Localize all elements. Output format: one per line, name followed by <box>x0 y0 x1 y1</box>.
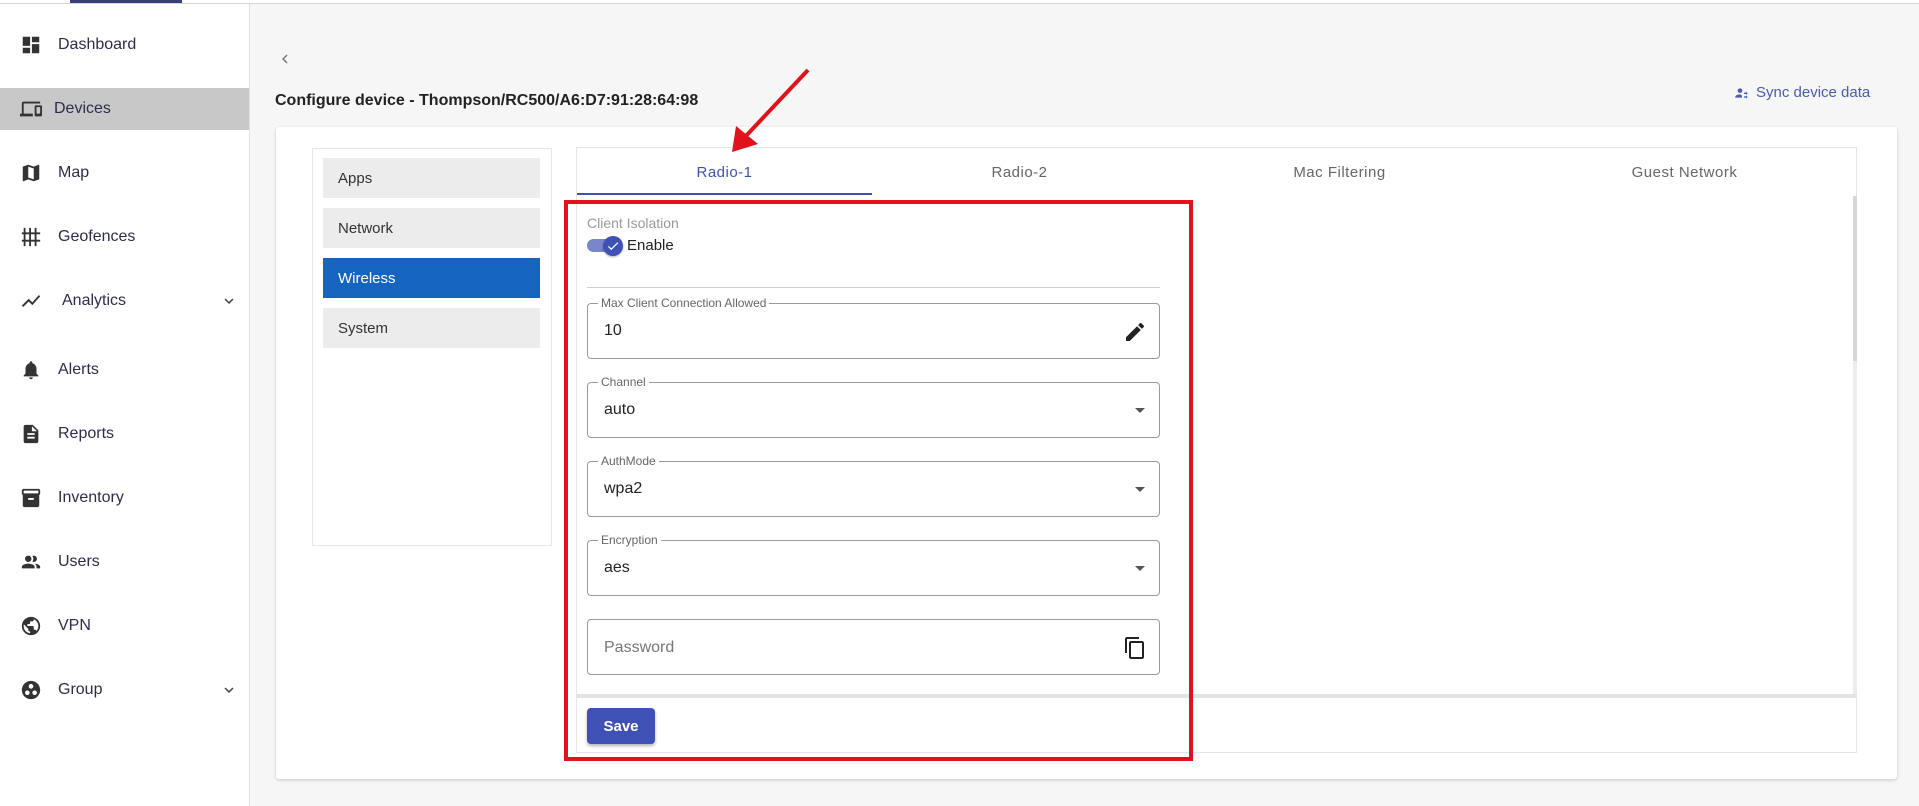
sidebar-item-label: Dashboard <box>58 36 137 53</box>
menu-item-system[interactable]: System <box>323 308 540 348</box>
max-clients-label: Max Client Connection Allowed <box>598 296 770 310</box>
client-isolation-label: Client Isolation <box>587 215 679 231</box>
toggle-thumb <box>603 236 623 256</box>
analytics-icon <box>20 290 42 312</box>
max-clients-value[interactable]: 10 <box>604 322 622 340</box>
check-icon <box>607 242 619 251</box>
sidebar-item-vpn[interactable]: VPN <box>0 605 249 647</box>
edit-icon[interactable] <box>1123 320 1147 344</box>
sidebar-item-users[interactable]: Users <box>0 541 249 583</box>
authmode-label: AuthMode <box>598 454 659 468</box>
tab-mac-filtering[interactable]: Mac Filtering <box>1167 148 1512 196</box>
top-bar <box>0 0 1919 4</box>
radio-tabs: Radio-1 Radio-2 Mac Filtering Guest Netw… <box>577 148 1856 196</box>
sidebar-item-label: Geofences <box>58 228 136 245</box>
sidebar-item-group[interactable]: Group <box>0 669 249 711</box>
sidebar-item-geofences[interactable]: Geofences <box>0 216 249 258</box>
page-title: Configure device - Thompson/RC500/A6:D7:… <box>275 92 699 109</box>
sidebar-item-analytics[interactable]: Analytics <box>0 280 249 322</box>
back-chevron-icon[interactable] <box>276 50 294 68</box>
dashboard-icon <box>20 34 42 56</box>
brand-logo <box>70 0 182 3</box>
sidebar-item-alerts[interactable]: Alerts <box>0 349 249 391</box>
group-icon <box>20 679 42 701</box>
chevron-down-icon[interactable] <box>220 292 238 310</box>
channel-select[interactable]: Channel auto <box>587 375 1160 438</box>
sidebar: Dashboard Devices Map Geofences Analytic… <box>0 4 250 806</box>
sidebar-item-label: VPN <box>58 617 91 634</box>
password-placeholder[interactable]: Password <box>604 639 674 657</box>
dropdown-arrow-icon[interactable] <box>1135 408 1145 413</box>
map-icon <box>20 162 42 184</box>
channel-value[interactable]: auto <box>604 401 635 419</box>
client-isolation-toggle[interactable] <box>587 236 623 256</box>
sidebar-item-devices[interactable]: Devices <box>0 88 249 130</box>
tab-guest-network[interactable]: Guest Network <box>1512 148 1857 196</box>
archive-icon <box>20 487 42 509</box>
sidebar-item-label: Group <box>58 681 103 698</box>
sidebar-item-label: Reports <box>58 425 115 442</box>
devices-icon <box>20 98 42 120</box>
sidebar-item-inventory[interactable]: Inventory <box>0 477 249 519</box>
chevron-down-icon[interactable] <box>220 681 238 699</box>
tab-radio-2[interactable]: Radio-2 <box>872 148 1167 196</box>
copy-icon[interactable] <box>1123 636 1147 660</box>
form-footer-divider <box>577 694 1857 698</box>
sidebar-item-label: Devices <box>54 100 111 117</box>
sidebar-item-label: Inventory <box>58 489 124 506</box>
authmode-select[interactable]: AuthMode wpa2 <box>587 454 1160 517</box>
sidebar-item-label: Alerts <box>58 361 99 378</box>
report-icon <box>20 423 42 445</box>
sidebar-item-map[interactable]: Map <box>0 152 249 194</box>
authmode-value[interactable]: wpa2 <box>604 480 642 498</box>
sidebar-item-label: Users <box>58 553 100 570</box>
vpn-icon <box>20 615 42 637</box>
menu-item-wireless[interactable]: Wireless <box>323 258 540 298</box>
active-tab-indicator <box>577 193 872 195</box>
users-icon <box>20 551 42 573</box>
encryption-select[interactable]: Encryption aes <box>587 533 1160 596</box>
channel-label: Channel <box>598 375 649 389</box>
sync-label: Sync device data <box>1756 84 1871 101</box>
sidebar-item-reports[interactable]: Reports <box>0 413 249 455</box>
sync-device-data-button[interactable]: Sync device data <box>1734 84 1870 101</box>
scrollbar-thumb[interactable] <box>1853 196 1857 361</box>
sidebar-item-label: Analytics <box>62 292 127 309</box>
save-button[interactable]: Save <box>587 708 655 744</box>
max-clients-field[interactable]: Max Client Connection Allowed 10 <box>587 296 1160 359</box>
client-isolation-toggle-label: Enable <box>627 237 674 254</box>
sync-icon <box>1735 87 1748 99</box>
menu-item-apps[interactable]: Apps <box>323 158 540 198</box>
menu-item-network[interactable]: Network <box>323 208 540 248</box>
dropdown-arrow-icon[interactable] <box>1135 566 1145 571</box>
encryption-value[interactable]: aes <box>604 559 630 577</box>
sidebar-item-dashboard[interactable]: Dashboard <box>0 24 249 66</box>
geofence-icon <box>20 226 42 248</box>
tab-radio-1[interactable]: Radio-1 <box>577 148 872 196</box>
sidebar-item-label: Map <box>58 164 90 181</box>
encryption-label: Encryption <box>598 533 661 547</box>
bell-icon <box>20 359 42 381</box>
dropdown-arrow-icon[interactable] <box>1135 487 1145 492</box>
section-divider <box>587 287 1160 288</box>
password-field[interactable]: Password <box>587 619 1160 675</box>
